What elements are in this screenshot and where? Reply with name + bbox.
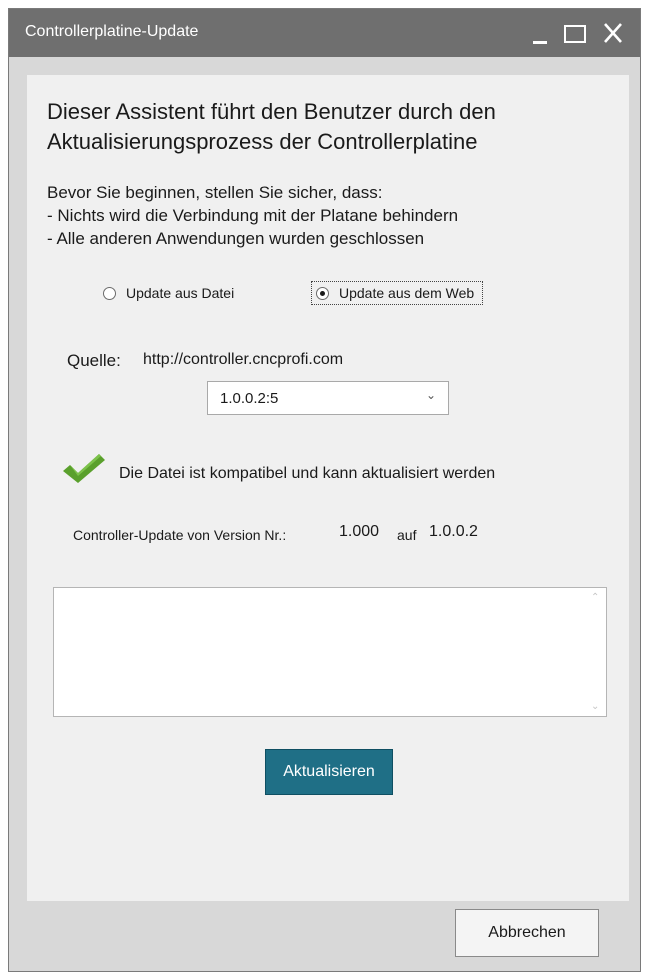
version-dropdown[interactable]: 1.0.0.2:5 ⌄ [207, 381, 449, 415]
heading-line-2: Aktualisierungsprozess der Controllerpla… [47, 129, 478, 154]
radio-file-indicator[interactable] [103, 286, 116, 300]
version-prefix: Controller-Update von Version Nr.: [73, 527, 287, 543]
dialog-content: Dieser Assistent führt den Benutzer durc… [27, 75, 629, 901]
source-label: Quelle: [67, 351, 121, 370]
radio-file-label: Update aus Datei [126, 285, 235, 301]
version-connector: auf [397, 527, 417, 543]
minimize-icon [533, 41, 547, 44]
maximize-icon [564, 25, 586, 43]
intro-line-1: Bevor Sie beginnen, stellen Sie sicher, … [47, 183, 383, 202]
current-version-value: 1.000 [339, 523, 380, 540]
minimize-button[interactable] [521, 15, 557, 51]
close-icon [604, 23, 622, 43]
chevron-down-icon: ⌄ [425, 388, 436, 402]
radio-web-indicator[interactable] [316, 286, 329, 300]
radio-web-label: Update aus dem Web [339, 285, 475, 301]
checkmark-icon [63, 454, 105, 483]
close-button[interactable] [595, 15, 631, 51]
compatibility-status-text: Die Datei ist kompatibel und kann aktual… [119, 465, 496, 482]
intro-line-2: - Nichts wird die Verbindung mit der Pla… [47, 206, 459, 225]
update-dialog-window: Controllerplatine-Update Dieser Assisten… [8, 8, 641, 972]
intro-line-3: - Alle anderen Anwendungen wurden geschl… [47, 229, 425, 248]
intro-text: Bevor Sie beginnen, stellen Sie sicher, … [47, 181, 617, 250]
scroll-up-icon[interactable]: ⌃ [591, 592, 599, 603]
maximize-button[interactable] [557, 15, 593, 51]
heading-line-1: Dieser Assistent führt den Benutzer durc… [47, 99, 496, 124]
cancel-button[interactable]: Abbrechen [455, 909, 599, 957]
scroll-down-icon[interactable]: ⌄ [591, 701, 599, 712]
window-title: Controllerplatine-Update [25, 23, 199, 40]
target-version-value: 1.0.0.2 [429, 523, 478, 540]
version-dropdown-value: 1.0.0.2:5 [220, 390, 279, 407]
update-button[interactable]: Aktualisieren [265, 749, 393, 795]
log-textarea[interactable]: ⌃ ⌄ [53, 587, 607, 717]
wizard-heading: Dieser Assistent führt den Benutzer durc… [47, 97, 607, 157]
radio-update-from-file[interactable]: Update aus Datei [103, 281, 234, 305]
radio-update-from-web[interactable]: Update aus dem Web [311, 281, 484, 305]
log-scrollbar[interactable]: ⌃ ⌄ [588, 588, 606, 716]
source-url: http://controller.cncprofi.com [143, 351, 344, 368]
title-bar[interactable]: Controllerplatine-Update [9, 9, 640, 57]
